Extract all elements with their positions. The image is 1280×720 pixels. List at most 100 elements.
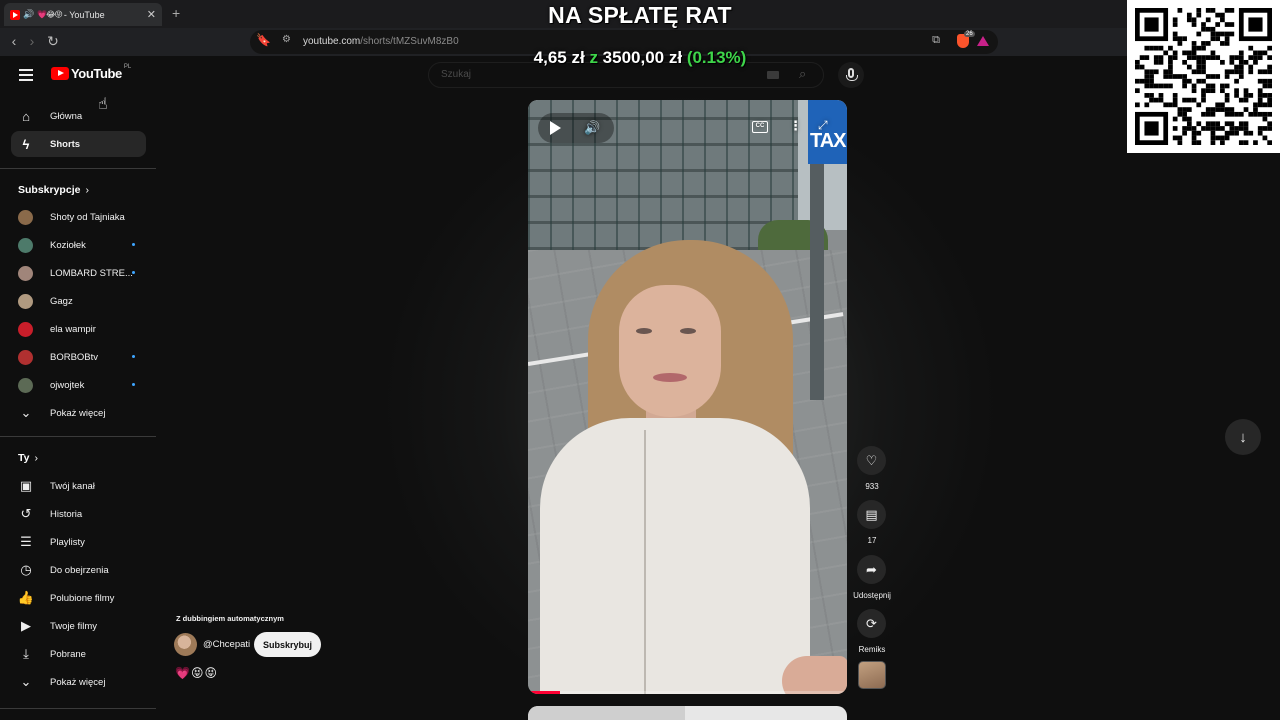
next-short-preview[interactable]	[528, 706, 847, 720]
youtube-logo[interactable]: YouTube PL	[51, 64, 131, 81]
new-content-dot	[132, 383, 135, 386]
sidebar-item-watch-later[interactable]: ◷ Do obejrzenia	[11, 557, 146, 583]
next-short-button[interactable]: ↓	[1225, 419, 1261, 455]
sidebar-item-liked-videos[interactable]: 👍 Polubione filmy	[11, 585, 146, 611]
site-info-icon[interactable]: ⚙	[282, 34, 291, 45]
brave-shields-count: 26	[964, 31, 975, 37]
remix-button[interactable]: ⟳	[857, 609, 886, 638]
sidebar-item-sub[interactable]: Gagz	[11, 288, 146, 314]
qr-code	[1127, 0, 1280, 153]
search-input[interactable]: Szukaj	[441, 69, 471, 80]
avatar	[18, 377, 33, 393]
chevron-right-icon: ›	[34, 452, 38, 464]
thumb-up-icon: 👍	[17, 590, 35, 605]
remix-icon: ⟳	[866, 615, 877, 631]
download-icon: ⤓	[23, 646, 29, 661]
overlay-title: NA SPŁATĘ RAT	[548, 2, 732, 28]
sidebar-item-sub[interactable]: Shoty od Tajniaka	[11, 204, 146, 230]
avatar	[18, 293, 33, 309]
comment-icon: ▤	[865, 506, 878, 522]
close-tab-icon[interactable]: ✕	[147, 8, 156, 21]
new-tab-button[interactable]: +	[172, 5, 180, 21]
voice-search-button[interactable]	[838, 62, 864, 88]
like-button[interactable]: ♡	[857, 446, 886, 475]
video-icon: ▶	[21, 618, 31, 633]
tab-title: - YouTube	[63, 9, 105, 20]
sidebar-item-history[interactable]: ↺ Historia	[11, 501, 146, 527]
share-icon: ➦	[866, 561, 877, 577]
sidebar-item-sub[interactable]: ojwojtek	[11, 372, 146, 398]
like-count: 933	[865, 482, 879, 491]
speaker-icon[interactable]: 🔊	[23, 9, 34, 20]
new-content-dot	[132, 243, 135, 246]
avatar	[18, 237, 33, 253]
subscribe-button[interactable]: Subskrybuj	[254, 632, 321, 657]
browser-tab[interactable]: 🔊 💗😂😝 - YouTube ✕	[4, 3, 162, 26]
back-icon[interactable]: ‹	[6, 33, 22, 49]
divider	[0, 168, 156, 169]
arrow-down-icon: ↓	[1239, 428, 1247, 446]
volume-icon[interactable]: 🔊	[584, 120, 600, 136]
captions-icon[interactable]: CC	[752, 121, 768, 133]
short-video-player[interactable]: TAX 🔊 CC ⋮ ⤢	[528, 100, 847, 694]
sound-thumbnail[interactable]	[858, 661, 886, 689]
history-icon: ↺	[20, 506, 32, 521]
chevron-right-icon: ›	[85, 184, 89, 196]
sidebar-item-playlists[interactable]: ☰ Playlisty	[11, 529, 146, 555]
url-text: youtube.com/shorts/tMZSuvM8zB0	[303, 36, 459, 47]
divider	[0, 436, 156, 437]
sidebar-item-sub[interactable]: Koziołek	[11, 232, 146, 258]
home-icon: ⌂	[22, 108, 30, 124]
you-heading[interactable]: Ty ›	[18, 452, 38, 464]
open-external-icon[interactable]: ⧉	[932, 34, 940, 47]
chevron-down-icon: ⌄	[20, 674, 32, 689]
sidebar-item-downloads[interactable]: ⤓ Pobrane	[11, 641, 146, 667]
video-progress-bar[interactable]	[528, 691, 847, 694]
hamburger-menu-icon[interactable]	[19, 69, 33, 81]
heart-icon: ♡	[865, 452, 878, 468]
channel-icon: ▣	[19, 478, 33, 493]
channel-avatar[interactable]	[174, 633, 197, 656]
show-more-you[interactable]: ⌄ Pokaż więcej	[11, 669, 146, 695]
keyboard-icon[interactable]	[767, 71, 779, 79]
show-more-subscriptions[interactable]: ⌄ Pokaż więcej	[11, 400, 146, 426]
qr-code-icon	[1135, 8, 1272, 145]
subscriptions-heading[interactable]: Subskrypcje ›	[18, 184, 89, 196]
youtube-favicon-icon	[10, 9, 20, 20]
new-content-dot	[132, 355, 135, 358]
avatar	[18, 321, 33, 337]
sidebar-item-sub[interactable]: LOMBARD STRE...	[11, 260, 146, 286]
tab-emojis: 💗😂😝	[37, 10, 63, 19]
clock-icon: ◷	[20, 562, 32, 577]
shorts-icon: ϟ	[22, 136, 30, 152]
sidebar-item-shorts[interactable]: ϟ Shorts	[11, 131, 146, 157]
brave-rewards-icon[interactable]	[977, 36, 989, 46]
share-label: Udostępnij	[853, 591, 891, 600]
more-options-icon[interactable]: ⋮	[789, 118, 802, 134]
overlay-donation-progress: 4,65 zł z 3500,00 zł (0.13%)	[533, 48, 747, 67]
forward-icon[interactable]: ›	[24, 33, 40, 49]
fullscreen-icon[interactable]: ⤢	[818, 118, 828, 133]
microphone-icon	[846, 68, 858, 81]
dubbing-note: Z dubbingiem automatycznym	[176, 614, 284, 623]
comments-button[interactable]: ▤	[857, 500, 886, 529]
sidebar-item-home[interactable]: ⌂ Główna	[11, 103, 146, 129]
reload-icon[interactable]: ↻	[45, 33, 61, 50]
play-icon[interactable]	[550, 121, 561, 135]
new-content-dot	[132, 271, 135, 274]
avatar	[18, 209, 33, 225]
sidebar-item-sub[interactable]: BORBOBtv	[11, 344, 146, 370]
bookmark-icon[interactable]: 🔖	[256, 33, 271, 47]
short-caption: 💗😝😝	[175, 666, 218, 680]
channel-name[interactable]: @Chcepati	[203, 639, 250, 650]
video-progress-fill	[528, 691, 560, 694]
comment-count: 17	[867, 536, 877, 545]
search-icon[interactable]: ⌕	[799, 66, 806, 82]
sidebar-item-your-channel[interactable]: ▣ Twój kanał	[11, 473, 146, 499]
sidebar-item-your-videos[interactable]: ▶ Twoje filmy	[11, 613, 146, 639]
playlist-icon: ☰	[20, 534, 32, 549]
remix-label: Remiks	[858, 645, 886, 654]
sidebar-item-sub[interactable]: ela wampir	[11, 316, 146, 342]
share-button[interactable]: ➦	[857, 555, 886, 584]
youtube-play-icon	[51, 67, 69, 80]
